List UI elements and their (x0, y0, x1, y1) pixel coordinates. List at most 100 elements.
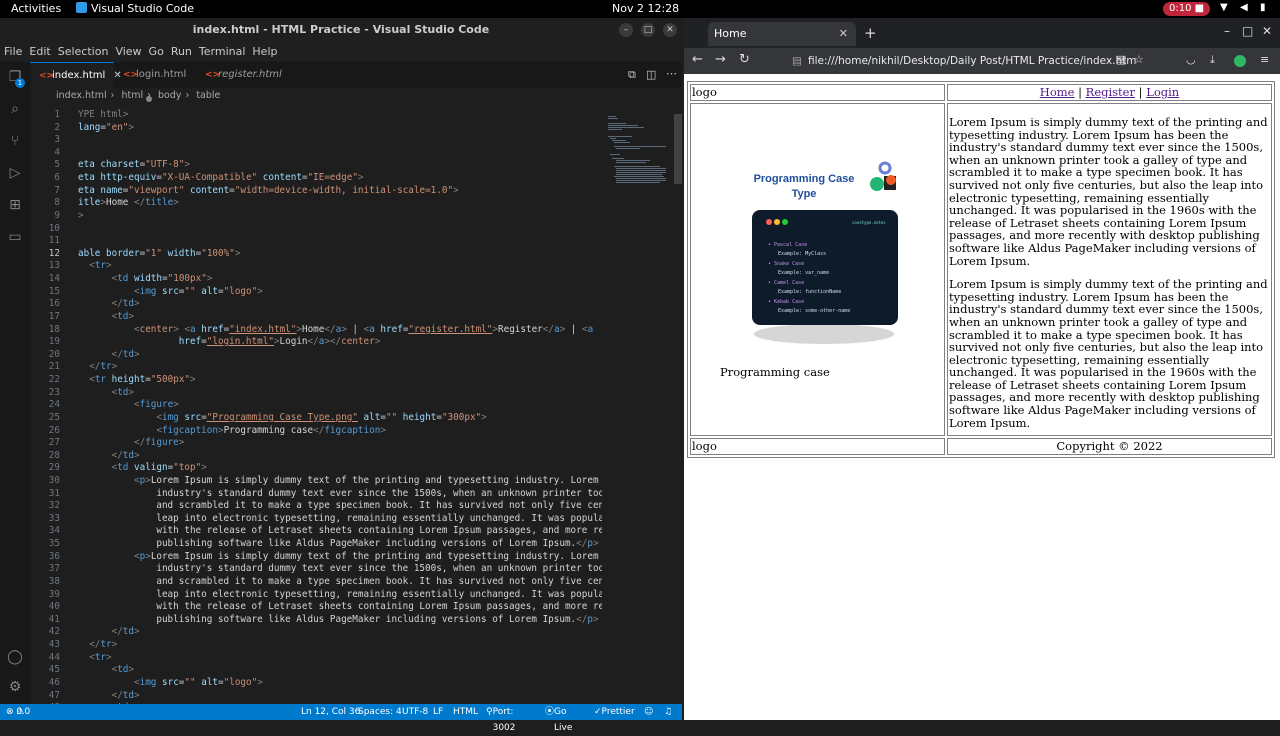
line-number: 34 (48, 525, 60, 537)
menu-edit[interactable]: Edit (25, 42, 53, 58)
maximize-icon[interactable]: □ (1242, 24, 1253, 38)
code-token: Home (301, 323, 325, 335)
code-line: > (78, 210, 84, 221)
code-token: > (128, 310, 135, 322)
problems-indicator[interactable]: ⊗ 0 ⚠ 0 (6, 704, 30, 720)
close-icon[interactable]: ✕ (663, 23, 677, 37)
explorer-icon[interactable]: ❐ 1 (6, 68, 25, 88)
downloads-icon[interactable]: ⤓ (1210, 53, 1215, 67)
html-file-icon: <> (123, 70, 139, 80)
battery-icon[interactable]: ▮ (1260, 2, 1266, 13)
browser-window: Home ✕ + – □ ✕ ← → ↻ ▤ file:///home/nikhil… (684, 18, 1280, 720)
code-token: "100px" (167, 273, 207, 285)
clock[interactable]: Nov 2 12:28 (612, 2, 679, 15)
browser-toolbar: ← → ↻ ▤ file:///home/nikhil/Desktop/Daily… (684, 48, 1280, 74)
language-mode[interactable]: HTML (453, 704, 478, 720)
minimize-icon[interactable]: – (1224, 24, 1230, 38)
encoding[interactable]: UTF-8 (402, 704, 428, 720)
menu-view[interactable]: View (111, 42, 144, 58)
reader-mode-icon[interactable]: ▤ (1116, 53, 1126, 66)
pocket-icon[interactable]: ◡ (1186, 53, 1196, 66)
breadcrumb-html[interactable]: html (122, 90, 144, 101)
accounts-icon[interactable]: ◯ (6, 648, 24, 666)
code-line: publishing software like Aldus PageMaker… (78, 614, 598, 625)
volume-icon[interactable]: ◀ (1240, 2, 1248, 13)
forward-arrow-icon[interactable]: → (715, 52, 726, 67)
menu-run[interactable]: Run (167, 42, 195, 58)
browser-tab-home[interactable]: Home ✕ (708, 22, 856, 46)
source-control-icon[interactable]: ⑂ (6, 132, 24, 150)
code-token: </ (111, 298, 123, 310)
breadcrumb-body[interactable]: body (158, 90, 182, 101)
tab-label: index.html (52, 70, 106, 81)
code-line: </td> (78, 349, 140, 360)
close-window-icon[interactable]: ✕ (1262, 24, 1272, 38)
screen-recording-indicator[interactable]: 0:10 ■ (1163, 2, 1211, 16)
back-arrow-icon[interactable]: ← (692, 52, 703, 67)
close-tab-icon[interactable]: ✕ (839, 22, 848, 46)
line-number: 22 (48, 374, 60, 386)
code-token: td (122, 689, 134, 701)
maximize-icon[interactable]: □ (641, 23, 655, 37)
search-icon[interactable]: ⌕ (6, 100, 24, 118)
code-token: td (122, 449, 134, 461)
remote-explorer-icon[interactable]: ▭ (6, 228, 24, 246)
breadcrumb-file[interactable]: index.html (56, 90, 107, 101)
feedback-icon[interactable]: ☺ (644, 704, 653, 720)
nav-link-home[interactable]: Home (1040, 85, 1075, 99)
code-token: and scrambled it to make a type specimen… (78, 500, 602, 512)
minimize-icon[interactable]: – (619, 23, 633, 37)
tab-register-html[interactable]: <> register.html (196, 62, 290, 88)
address-bar[interactable]: ▤ file:///home/nikhil/Desktop/Daily Post/… (784, 51, 1136, 71)
tab-login-html[interactable]: <> login.html (114, 62, 196, 102)
code-token: > (128, 121, 134, 133)
breadcrumb-table[interactable]: table (196, 90, 220, 101)
code-token: > (178, 437, 185, 449)
line-number: 23 (48, 386, 60, 398)
code-editor[interactable]: 1 YPE html> 2 lang="en"> 3 4 5 eta charset="UTF… (30, 104, 602, 716)
url-text: file:///home/nikhil/Desktop/Daily Post/H… (808, 55, 1136, 67)
prettier-status[interactable]: ✓ Prettier (594, 704, 635, 720)
code-token: > (106, 651, 112, 663)
end-of-line[interactable]: LF (433, 704, 443, 720)
code-token: Register (498, 323, 543, 335)
menu-hamburger-icon[interactable]: ≡ (1260, 53, 1269, 66)
extension-icon[interactable] (1234, 55, 1246, 67)
code-token: "en" (106, 121, 129, 133)
go-live-button[interactable]: ⦿ Go Live (545, 704, 572, 733)
notifications-bell-icon[interactable]: ♫ (664, 704, 672, 720)
menu-help[interactable]: Help (248, 42, 280, 58)
code-token: "UTF-8" (145, 159, 185, 171)
tab-index-html[interactable]: <> index.html ✕ (30, 62, 122, 88)
minimap[interactable] (606, 114, 670, 194)
menu-terminal[interactable]: Terminal (195, 42, 249, 58)
run-debug-icon[interactable]: ▷ (6, 164, 24, 182)
new-tab-icon[interactable]: + (864, 24, 877, 42)
cursor-position[interactable]: Ln 12, Col 36 (301, 704, 360, 720)
nav-link-login[interactable]: Login (1146, 85, 1179, 99)
settings-gear-icon[interactable]: ⚙ (6, 678, 24, 696)
wifi-icon[interactable]: ▼ (1220, 2, 1228, 13)
menu-selection[interactable]: Selection (54, 42, 112, 58)
open-preview-icon[interactable]: ⧉ (628, 68, 636, 82)
nav-link-register[interactable]: Register (1086, 85, 1135, 99)
live-server-port[interactable]: ⚲ Port: 3002 (486, 704, 516, 733)
indentation[interactable]: Spaces: 4 (358, 704, 402, 720)
app-menu[interactable]: Visual Studio Code (76, 2, 194, 15)
code-line: <p>Lorem Ipsum is simply dummy text of t… (78, 551, 599, 562)
extensions-icon[interactable]: ⊞ (6, 196, 24, 214)
menu-go[interactable]: Go (145, 42, 167, 58)
reload-icon[interactable]: ↻ (739, 52, 750, 67)
activities-button[interactable]: Activities (11, 2, 61, 15)
tab-label: register.html (218, 69, 282, 80)
more-actions-icon[interactable]: ⋯ (666, 67, 677, 80)
line-number: 7 (54, 184, 60, 196)
line-number: 31 (48, 487, 60, 499)
code-line: <tr height="500px"> (78, 374, 195, 385)
bookmark-star-icon[interactable]: ☆ (1134, 53, 1144, 66)
split-editor-icon[interactable]: ◫ (646, 68, 656, 81)
menu-file[interactable]: File (0, 42, 25, 58)
editor-scrollbar[interactable] (674, 114, 682, 184)
